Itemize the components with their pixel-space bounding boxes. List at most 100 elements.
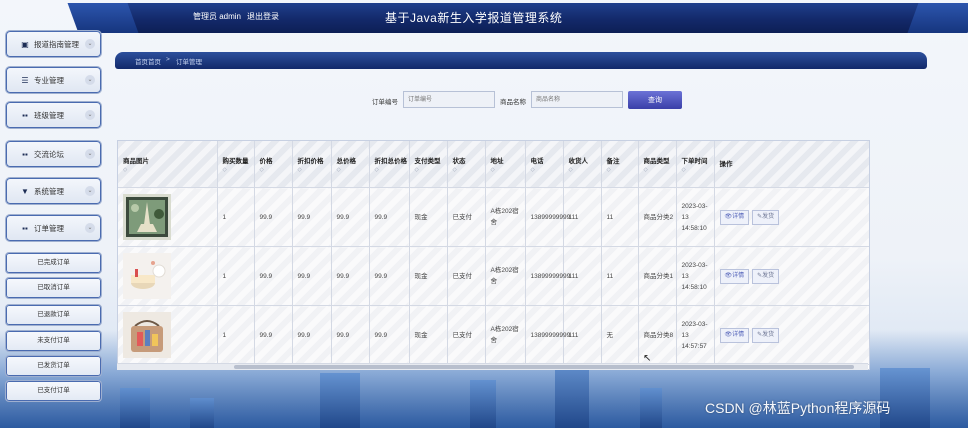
column-header[interactable]: 操作	[714, 141, 869, 188]
scrollbar-thumb[interactable]	[234, 365, 854, 369]
sort-icon[interactable]: ◇	[682, 167, 714, 173]
sort-icon[interactable]: ◇	[531, 167, 563, 173]
column-header-label: 下单时间	[681, 158, 708, 165]
table-row[interactable]: 1 99.9 99.9 99.9 99.9 现金 已支付 A栋202宿舍 13899999999…	[118, 187, 869, 247]
funnel-icon: ▼	[21, 186, 29, 196]
sort-icon[interactable]: ◇	[337, 167, 369, 173]
detail-button[interactable]: 👁详情	[719, 327, 750, 343]
sort-icon[interactable]: ◇	[644, 167, 676, 173]
sort-icon[interactable]: ◇	[415, 167, 447, 173]
logout-link[interactable]: 退出登录	[247, 12, 279, 21]
column-header[interactable]: 价格 ◇	[254, 141, 293, 188]
column-header[interactable]: 状态 ◇	[447, 141, 486, 188]
column-header[interactable]: 下单时间 ◇	[676, 141, 715, 188]
detail-button[interactable]: 👁详情	[719, 209, 750, 225]
cell-time: 2023-03-13 14:57:57	[676, 305, 715, 365]
order-number-label: 订单编号	[372, 99, 398, 106]
actions-cell: 👁详情 ✎发货	[714, 246, 869, 306]
cell-status: 已支付	[447, 246, 486, 306]
sidebar-item-6[interactable]: ▪▪ 订单管理 ⌄	[5, 214, 102, 242]
cell-receiver: 111	[563, 305, 602, 365]
order-number-input[interactable]	[403, 91, 495, 108]
ship-button[interactable]: ✎发货	[752, 268, 780, 284]
cell-category: 商品分类2	[638, 187, 677, 247]
cell-note: 11	[601, 246, 639, 306]
cell-discount-total: 99.9	[369, 305, 410, 365]
cell-status: 已支付	[447, 305, 486, 365]
sort-icon[interactable]: ◇	[491, 167, 525, 173]
sort-icon[interactable]: ◇	[375, 167, 409, 173]
sidebar-subitem[interactable]: 已完成订单	[5, 252, 102, 274]
sidebar-item-1[interactable]: ▣ 报道指南管理 ⌄	[5, 30, 102, 58]
sidebar-subitem[interactable]: 未支付订单	[5, 330, 102, 352]
cell-pay-type: 现金	[409, 246, 448, 306]
watermark: CSDN @林蓝Python程序源码	[705, 400, 891, 416]
sort-icon[interactable]: ◇	[260, 167, 292, 173]
column-header[interactable]: 备注 ◇	[601, 141, 639, 188]
table-row[interactable]: 1 99.9 99.9 99.9 99.9 现金 已支付 A栋202宿舍 13899999999…	[118, 305, 869, 365]
table-header-row: 商品图片 ◇ 购买数量 ◇ 价格 ◇ 折扣价格 ◇ 总价格 ◇ 折扣总价格 ◇ 支付类型 ◇ 状态 ◇ 地址 ◇ 电…	[118, 141, 869, 188]
breadcrumb-separator: >	[166, 56, 170, 63]
cell-time: 2023-03-13 14:58:10	[676, 246, 715, 306]
column-header[interactable]: 购买数量 ◇	[217, 141, 255, 188]
user-info: 管理员 admin 退出登录	[193, 11, 285, 22]
table-row[interactable]: 1 99.9 99.9 99.9 99.9 现金 已支付 A栋202宿舍 13899999999…	[118, 246, 869, 306]
sidebar-item-3[interactable]: ▪▪ 班级管理 ⌄	[5, 101, 102, 129]
sidebar-subitem[interactable]: 已支付订单	[5, 380, 102, 402]
cell-phone: 13899999999	[525, 246, 570, 306]
column-header-label: 电话	[530, 158, 544, 165]
column-header[interactable]: 总价格 ◇	[331, 141, 370, 188]
sort-icon[interactable]: ◇	[223, 167, 254, 173]
sidebar-item-label: 系统管理	[34, 186, 64, 196]
sidebar-item-2[interactable]: ☰ 专业管理 ⌄	[5, 66, 102, 94]
cell-phone: 13899999999	[525, 305, 570, 365]
cell-address: A栋202宿舍	[485, 246, 526, 306]
sort-icon[interactable]: ◇	[607, 167, 638, 173]
search-button[interactable]: 查询	[628, 91, 682, 109]
product-name-label: 商品名称	[500, 99, 526, 106]
column-header[interactable]: 折扣总价格 ◇	[369, 141, 410, 188]
cell-pay-type: 现金	[409, 305, 448, 365]
column-header[interactable]: 商品类型 ◇	[638, 141, 677, 188]
cell-discount-price: 99.9	[292, 187, 332, 247]
column-header[interactable]: 折扣价格 ◇	[292, 141, 332, 188]
sidebar-item-4[interactable]: ▪▪ 交流论坛 ⌄	[5, 140, 102, 168]
product-image	[123, 253, 217, 299]
sort-icon[interactable]: ◇	[453, 167, 485, 173]
column-header-label: 商品图片	[123, 158, 149, 165]
cell-note: 无	[601, 305, 639, 365]
sidebar-item-5[interactable]: ▼ 系统管理 ⌄	[5, 177, 102, 205]
breadcrumb-current: 订单管理	[176, 59, 202, 66]
sort-icon[interactable]: ◇	[569, 167, 601, 173]
ship-button[interactable]: ✎发货	[752, 327, 780, 343]
cell-status: 已支付	[447, 187, 486, 247]
mouse-cursor-icon: ↖	[643, 353, 652, 364]
column-header[interactable]: 支付类型 ◇	[409, 141, 448, 188]
column-header-label: 价格	[259, 158, 273, 165]
actions-cell: 👁详情 ✎发货	[714, 187, 869, 247]
sort-icon[interactable]: ◇	[298, 167, 331, 173]
column-header-label: 购买数量	[222, 158, 249, 165]
column-header[interactable]: 地址 ◇	[485, 141, 526, 188]
product-name-input[interactable]	[531, 91, 623, 108]
list-icon: ☰	[21, 75, 29, 85]
sidebar-subitem[interactable]: 已取消订单	[5, 277, 102, 299]
breadcrumb-home[interactable]: 首页首页	[135, 56, 161, 66]
document-icon: ▣	[21, 39, 29, 49]
cell-note: 11	[601, 187, 639, 247]
sort-icon[interactable]: ◇	[123, 167, 217, 173]
product-image-cell	[118, 246, 218, 306]
table-body: 1 99.9 99.9 99.9 99.9 现金 已支付 A栋202宿舍 13899999999…	[118, 187, 869, 365]
sidebar-subitem[interactable]: 已退款订单	[5, 304, 102, 326]
actions-cell: 👁详情 ✎发货	[714, 305, 869, 365]
sidebar-subitem[interactable]: 已发货订单	[5, 355, 102, 377]
horizontal-scrollbar[interactable]	[117, 363, 868, 370]
column-header[interactable]: 收货人 ◇	[563, 141, 602, 188]
column-header[interactable]: 电话 ◇	[525, 141, 564, 188]
column-header[interactable]: 商品图片 ◇	[118, 141, 218, 188]
chevron-down-icon: ⌄	[85, 223, 95, 233]
cell-phone: 13899999999	[525, 187, 570, 247]
cell-qty: 1	[217, 246, 255, 306]
ship-button[interactable]: ✎发货	[752, 209, 780, 225]
detail-button[interactable]: 👁详情	[719, 268, 750, 284]
